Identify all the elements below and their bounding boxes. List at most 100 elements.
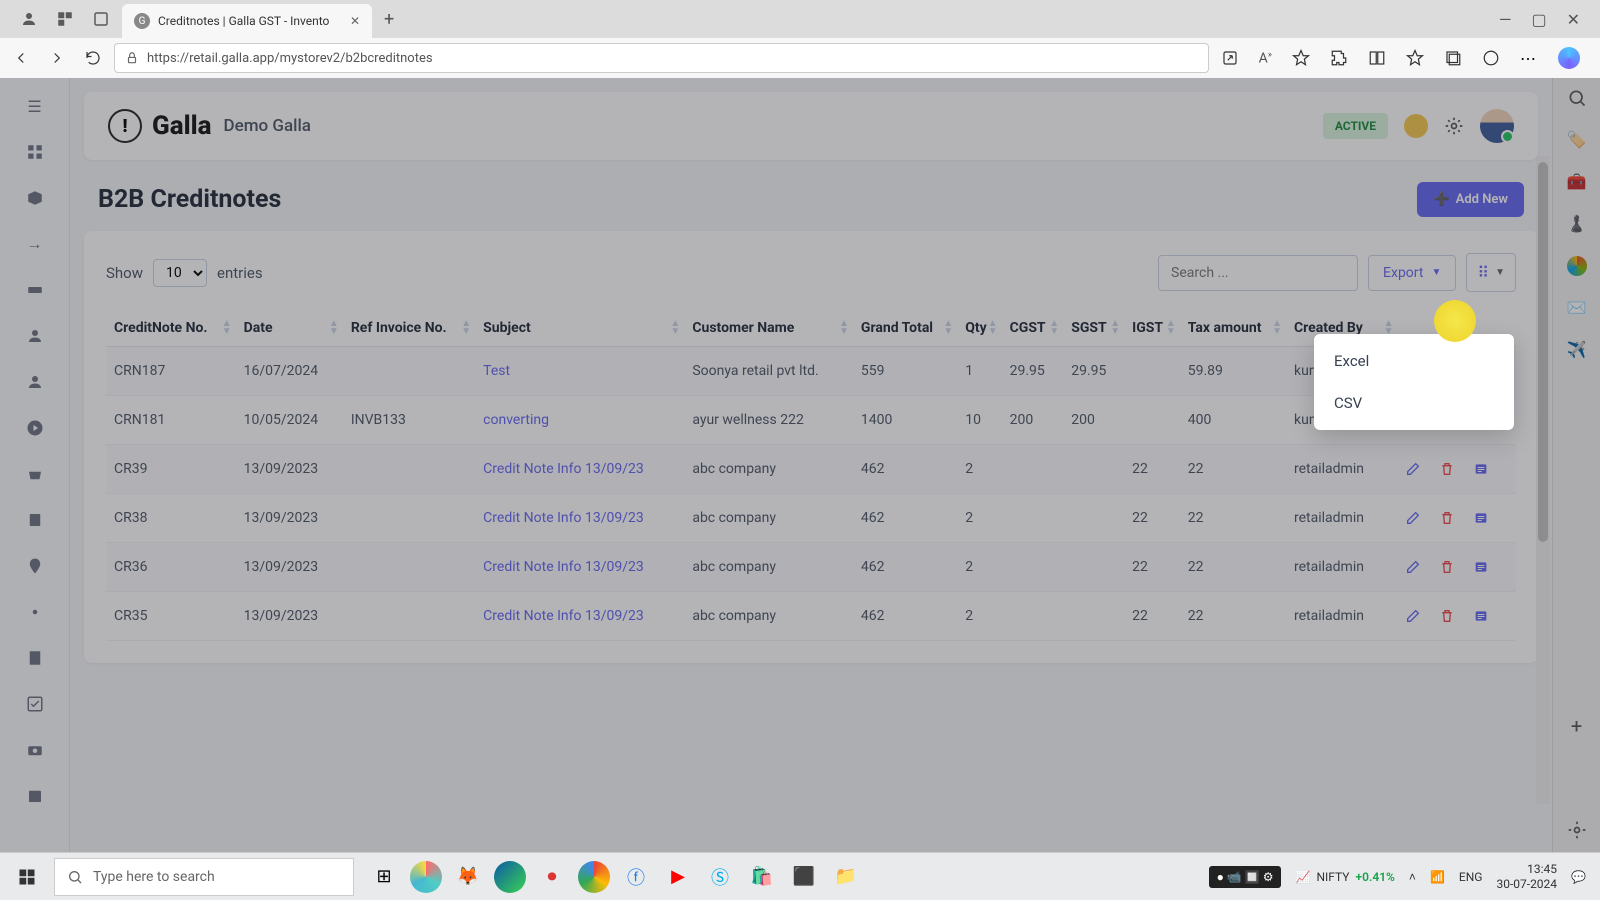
col-credit-no[interactable]: CreditNote No.▲▼ xyxy=(106,310,236,347)
edge-icon[interactable] xyxy=(494,861,526,893)
cell-subject[interactable]: Test xyxy=(475,347,684,396)
col-tax[interactable]: Tax amount▲▼ xyxy=(1180,310,1286,347)
youtube-icon[interactable]: ▶ xyxy=(662,861,694,893)
outlook-icon[interactable]: ✉️ xyxy=(1567,298,1587,318)
favorite-icon[interactable] xyxy=(1292,49,1310,67)
firefox-icon[interactable]: 🦊 xyxy=(452,861,484,893)
col-ref[interactable]: Ref Invoice No.▲▼ xyxy=(343,310,475,347)
clock[interactable]: 13:45 30-07-2024 xyxy=(1496,862,1557,891)
cell-subject[interactable]: converting xyxy=(475,396,684,445)
view-icon[interactable] xyxy=(1473,510,1489,526)
forward-icon[interactable] xyxy=(48,49,66,67)
tray-recording[interactable]: ● 📹 🔲 ⚙ xyxy=(1209,866,1282,888)
delete-icon[interactable] xyxy=(1439,461,1455,477)
view-icon[interactable] xyxy=(1473,608,1489,624)
cell-subject[interactable]: Credit Note Info 13/09/23 xyxy=(475,494,684,543)
col-sgst[interactable]: SGST▲▼ xyxy=(1063,310,1124,347)
col-qty[interactable]: Qty▲▼ xyxy=(957,310,1001,347)
vertical-scrollbar[interactable] xyxy=(1536,156,1550,804)
cell-subject[interactable]: Credit Note Info 13/09/23 xyxy=(475,543,684,592)
col-igst[interactable]: IGST▲▼ xyxy=(1124,310,1180,347)
record-icon[interactable]: ⏺ xyxy=(536,861,568,893)
collections-icon[interactable] xyxy=(1444,49,1462,67)
split-icon[interactable] xyxy=(1368,49,1386,67)
close-window-icon[interactable]: ✕ xyxy=(1567,10,1580,29)
briefcase-icon[interactable]: 🧰 xyxy=(1567,172,1587,192)
back-icon[interactable] xyxy=(12,49,30,67)
dashboard-icon[interactable] xyxy=(25,142,45,162)
games-icon[interactable]: ♟️ xyxy=(1567,214,1587,234)
workspaces-icon[interactable] xyxy=(56,10,74,28)
delete-icon[interactable] xyxy=(1439,510,1455,526)
send-icon[interactable]: ✈️ xyxy=(1567,340,1587,360)
store-icon[interactable]: 🛍️ xyxy=(746,861,778,893)
more-nav-icon[interactable] xyxy=(25,418,45,438)
wifi-icon[interactable]: 📶 xyxy=(1430,870,1445,884)
more-icon[interactable]: ⋯ xyxy=(1520,49,1538,68)
table-row[interactable]: CR35 13/09/2023 Credit Note Info 13/09/2… xyxy=(106,592,1516,641)
cell-subject[interactable]: Credit Note Info 13/09/23 xyxy=(475,445,684,494)
table-row[interactable]: CRN187 16/07/2024 Test Soonya retail pvt… xyxy=(106,347,1516,396)
notifications-icon[interactable]: 💬 xyxy=(1571,870,1586,884)
edit-icon[interactable] xyxy=(1405,559,1421,575)
copilot-task-icon[interactable] xyxy=(410,861,442,893)
url-input[interactable]: https://retail.galla.app/mystorev2/b2bcr… xyxy=(114,43,1209,73)
column-picker-button[interactable]: ⠿ ▼ xyxy=(1466,253,1516,292)
edit-icon[interactable] xyxy=(1405,608,1421,624)
check-icon[interactable] xyxy=(25,694,45,714)
col-cgst[interactable]: CGST▲▼ xyxy=(1002,310,1064,347)
coin-icon[interactable] xyxy=(1404,114,1428,138)
export-button[interactable]: Export ▼ xyxy=(1368,255,1456,291)
col-date[interactable]: Date▲▼ xyxy=(236,310,343,347)
settings-nav-icon[interactable] xyxy=(25,602,45,622)
avatar[interactable] xyxy=(1480,109,1514,143)
user2-icon[interactable] xyxy=(25,372,45,392)
table-row[interactable]: CR39 13/09/2023 Credit Note Info 13/09/2… xyxy=(106,445,1516,494)
edit-icon[interactable] xyxy=(1405,510,1421,526)
gear-icon[interactable] xyxy=(1444,116,1464,136)
browser-tools-icon[interactable] xyxy=(1482,49,1500,67)
lang-indicator[interactable]: ENG xyxy=(1459,870,1483,884)
task-view-icon[interactable]: ⊞ xyxy=(368,861,400,893)
close-tab-icon[interactable]: ✕ xyxy=(350,14,360,28)
table-row[interactable]: CRN181 10/05/2024 INVB133 converting ayu… xyxy=(106,396,1516,445)
office-icon[interactable] xyxy=(1567,256,1587,276)
delete-icon[interactable] xyxy=(1439,608,1455,624)
cell-subject[interactable]: Credit Note Info 13/09/23 xyxy=(475,592,684,641)
box-icon[interactable] xyxy=(25,188,45,208)
shopping-tag-icon[interactable]: 🏷️ xyxy=(1567,130,1587,150)
maximize-icon[interactable]: ▢ xyxy=(1531,10,1546,29)
stock-widget[interactable]: 📈 NIFTY +0.41% xyxy=(1295,870,1394,884)
arrow-icon[interactable]: → xyxy=(25,234,45,254)
camera-icon[interactable] xyxy=(25,740,45,760)
table-row[interactable]: CR36 13/09/2023 Credit Note Info 13/09/2… xyxy=(106,543,1516,592)
start-button[interactable] xyxy=(6,857,48,897)
user-icon[interactable] xyxy=(25,326,45,346)
tray-chevron-icon[interactable]: ˄ xyxy=(1409,870,1416,884)
add-tool-icon[interactable]: + xyxy=(1571,714,1582,738)
extensions-icon[interactable] xyxy=(1330,49,1348,67)
skype-icon[interactable]: Ⓢ xyxy=(704,861,736,893)
search-input[interactable] xyxy=(1158,255,1358,291)
location-icon[interactable] xyxy=(25,556,45,576)
view-icon[interactable] xyxy=(1473,461,1489,477)
menu-icon[interactable]: ☰ xyxy=(25,96,45,116)
edge-settings-icon[interactable] xyxy=(1567,820,1587,840)
ticket-icon[interactable] xyxy=(25,280,45,300)
new-tab-button[interactable]: + xyxy=(372,9,406,30)
delete-icon[interactable] xyxy=(1439,559,1455,575)
read-aloud-icon[interactable]: A» xyxy=(1259,50,1272,67)
search-edge-icon[interactable] xyxy=(1567,88,1587,108)
profile-icon[interactable] xyxy=(20,10,38,28)
export-excel[interactable]: Excel xyxy=(1314,340,1514,382)
view-icon[interactable] xyxy=(1473,559,1489,575)
app-icon[interactable]: ⬛ xyxy=(788,861,820,893)
reload-icon[interactable] xyxy=(84,49,102,67)
report-icon[interactable] xyxy=(25,648,45,668)
col-subject[interactable]: Subject▲▼ xyxy=(475,310,684,347)
facebook-icon[interactable]: ⓕ xyxy=(620,861,652,893)
tab-actions-icon[interactable] xyxy=(92,10,110,28)
minimize-icon[interactable]: — xyxy=(1499,10,1512,29)
browser-tab[interactable]: G Creditnotes | Galla GST - Invento ✕ xyxy=(122,4,372,38)
open-external-icon[interactable] xyxy=(1221,49,1239,67)
